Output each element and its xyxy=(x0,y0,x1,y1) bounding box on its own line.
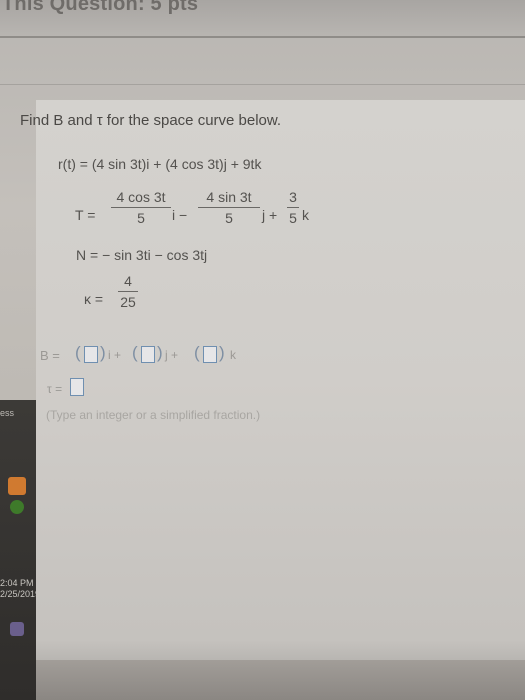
denominator: 5 xyxy=(225,210,233,226)
denominator: 5 xyxy=(137,210,145,226)
normal-vector: N = − sin 3ti − cos 3tj xyxy=(76,247,208,263)
torsion-label: τ = xyxy=(47,382,63,396)
screen-shadow xyxy=(36,640,525,700)
unit-vector: j + xyxy=(262,207,278,223)
divider xyxy=(0,84,525,85)
position-vector: r(t) = (4 sin 3t)i + (4 cos 3t)j + 9tk xyxy=(58,156,262,172)
denominator: 5 xyxy=(289,210,297,226)
clock-date: 2/25/2019 xyxy=(0,589,41,599)
paren-open: ( xyxy=(75,343,81,362)
clock-time: 2:04 PM xyxy=(0,578,34,588)
taskbar-clock[interactable]: 2:04 PM 2/25/2019 xyxy=(0,578,40,600)
question-panel xyxy=(36,100,525,660)
answer-hint: (Type an integer or a simplified fractio… xyxy=(46,408,261,422)
tangent-fraction-3: 3 5 xyxy=(287,189,299,226)
paren-open: ( xyxy=(194,343,200,362)
question-points-label: This Question: 5 pts xyxy=(2,0,199,15)
app-icon-chrome[interactable] xyxy=(10,500,24,514)
paren-close: ) xyxy=(100,343,106,362)
paren-open: ( xyxy=(132,343,138,362)
numerator: 3 xyxy=(289,189,297,205)
paren-close: ) xyxy=(219,343,225,362)
paren-close: ) xyxy=(157,343,163,362)
unit-k: k xyxy=(230,348,236,362)
curvature-label: κ = xyxy=(84,291,104,307)
numerator: 4 sin 3t xyxy=(206,189,252,205)
unit-i: i + xyxy=(108,348,122,362)
unit-j: j + xyxy=(165,348,179,362)
question-header: This Question: 5 pts xyxy=(0,0,525,38)
taskbar-rail xyxy=(0,400,36,700)
unit-vector: i − xyxy=(172,207,188,223)
binormal-label: B = xyxy=(40,348,60,363)
curvature-fraction: 4 25 xyxy=(118,273,138,310)
sidebar-label-ess: ess xyxy=(0,408,15,418)
tangent-fraction-2: 4 sin 3t 5 xyxy=(198,189,260,226)
binormal-i-input[interactable] xyxy=(84,346,98,363)
question-prompt: Find B and τ for the space curve below. xyxy=(20,112,282,129)
tangent-label: T = xyxy=(75,207,96,223)
unit-vector: k xyxy=(302,207,309,223)
torsion-input[interactable] xyxy=(70,378,84,396)
numerator: 4 xyxy=(124,273,132,289)
binormal-k-input[interactable] xyxy=(203,346,217,363)
denominator: 25 xyxy=(120,294,136,310)
app-icon[interactable] xyxy=(10,622,24,636)
app-icon[interactable] xyxy=(8,477,26,495)
numerator: 4 cos 3t xyxy=(116,189,166,205)
binormal-j-input[interactable] xyxy=(141,346,155,363)
tangent-fraction-1: 4 cos 3t 5 xyxy=(111,189,171,226)
